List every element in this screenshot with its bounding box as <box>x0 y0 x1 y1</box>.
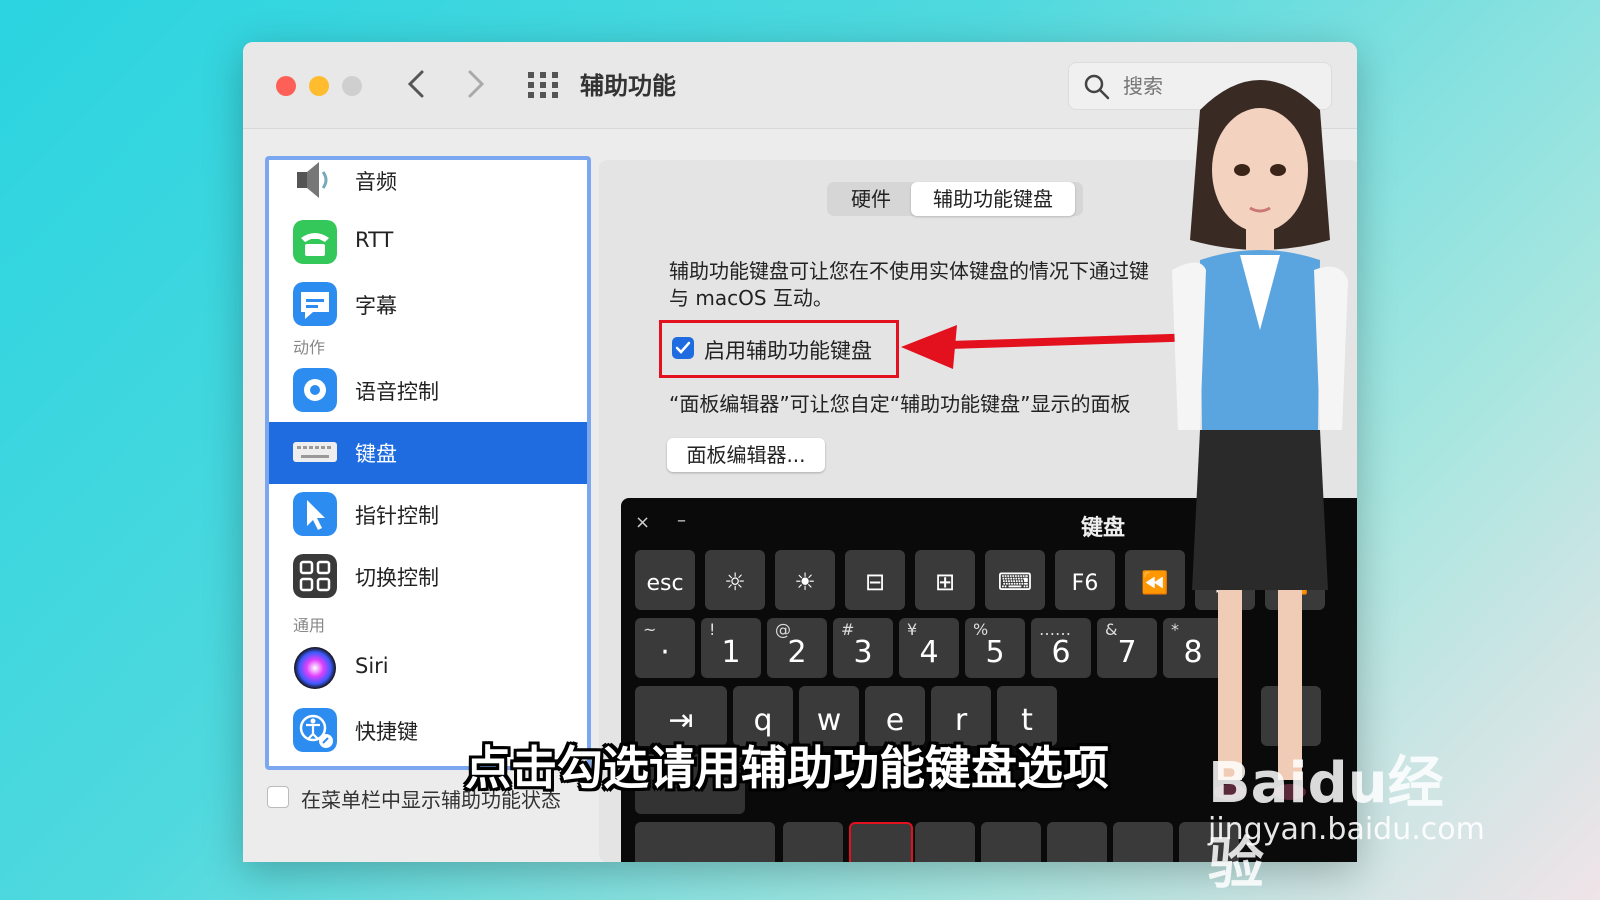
forward-button[interactable] <box>458 64 492 104</box>
key-label: 5 <box>985 635 1005 670</box>
keyboard-minimize-button[interactable]: – <box>677 510 686 531</box>
key-z[interactable] <box>783 822 843 862</box>
key-1[interactable]: ! 1 <box>701 618 761 678</box>
brightness-down-icon: ☼ <box>724 568 746 596</box>
key-esc[interactable]: esc <box>635 550 695 610</box>
key-label: 1 <box>721 635 741 670</box>
sidebar-item-keyboard[interactable]: 键盘 <box>269 422 587 484</box>
key-brightness-up[interactable]: ☀ <box>775 550 835 610</box>
tab-hardware[interactable]: 硬件 <box>835 182 907 216</box>
keyboard-title: 键盘 <box>1081 516 1126 541</box>
switch-control-icon <box>293 554 337 598</box>
key-label: 3 <box>853 635 873 670</box>
sidebar-item-label: 语音控制 <box>355 380 439 404</box>
key-c[interactable] <box>915 822 975 862</box>
key-label: · <box>660 635 670 670</box>
description-line-2: 与 macOS 互动。 <box>669 286 833 310</box>
key-backtick[interactable]: ~ · <box>635 618 695 678</box>
checkmark-icon <box>675 341 691 354</box>
minimize-window-button[interactable] <box>309 76 329 96</box>
panel-editor-button[interactable]: 面板编辑器... <box>667 438 825 472</box>
chevron-left-icon <box>407 70 424 98</box>
red-arrow-annotation <box>901 325 1201 369</box>
section-header-actions: 动作 <box>293 338 326 357</box>
speaker-icon <box>297 162 328 198</box>
key-4[interactable]: ¥4 <box>899 618 959 678</box>
show-all-grid-icon[interactable] <box>526 70 560 100</box>
keyboard-close-button[interactable]: × <box>635 512 650 533</box>
shortcut-icon <box>293 708 337 752</box>
description: 辅助功能键盘可让您在不使用实体键盘的情况下通过键 与 macOS 互动。 <box>669 258 1209 312</box>
rtt-phone-icon <box>293 220 337 264</box>
key-b[interactable] <box>1047 822 1107 862</box>
watermark-url: jingyan.baidu.com <box>1208 812 1485 847</box>
zoom-window-button[interactable] <box>342 76 362 96</box>
sidebar-item-label: Siri <box>355 654 389 678</box>
key-label: esc <box>646 571 684 596</box>
sidebar-item-label: 指针控制 <box>355 504 439 528</box>
description-line-1: 辅助功能键盘可让您在不使用实体键盘的情况下通过键 <box>669 259 1149 283</box>
sidebar-item-label: 键盘 <box>355 442 397 466</box>
key-5[interactable]: % 5 <box>965 618 1025 678</box>
launchpad-icon: ⊞ <box>934 568 956 596</box>
sidebar-item-switch-control[interactable]: 切换控制 <box>269 546 587 608</box>
baidu-watermark: Baidu经验 jingyan.baidu.com <box>1208 738 1498 897</box>
sidebar-item-voice-control[interactable]: 语音控制 <box>269 360 587 422</box>
sidebar-item-rtt[interactable]: RTT <box>269 212 587 274</box>
tab-bar: 硬件 辅助功能键盘 <box>827 182 1083 216</box>
brightness-up-icon: ☀ <box>794 568 816 596</box>
keyboard-light-icon: ⌨ <box>997 568 1033 596</box>
key-shift[interactable] <box>635 822 775 862</box>
search-icon <box>1084 74 1110 100</box>
enable-keyboard-checkbox[interactable]: 启用辅助功能键盘 <box>659 320 899 378</box>
pointer-icon <box>293 492 337 536</box>
sidebar-item-label: RTT <box>355 228 394 252</box>
key-label: 6 <box>1051 635 1071 670</box>
close-window-button[interactable] <box>276 76 296 96</box>
sidebar-item-siri[interactable]: Siri <box>269 638 587 700</box>
video-caption: 点击勾选请用辅助功能键盘选项 <box>465 741 1109 795</box>
key-f6[interactable]: F6 <box>1055 550 1115 610</box>
key-2[interactable]: @2 <box>767 618 827 678</box>
sidebar: 音频 RTT 字幕 动作 语音控制 键盘 指针控制 切换控制 通用 Siri 快… <box>265 156 591 770</box>
enable-keyboard-label: 启用辅助功能键盘 <box>704 339 872 363</box>
key-launchpad[interactable]: ⊞ <box>915 550 975 610</box>
key-6[interactable]: …… 6 <box>1031 618 1091 678</box>
key-3[interactable]: #3 <box>833 618 893 678</box>
keyboard-icon <box>293 442 337 462</box>
sidebar-item-pointer-control[interactable]: 指针控制 <box>269 484 587 546</box>
voice-control-icon <box>293 368 337 412</box>
sidebar-item-label: 快捷键 <box>355 720 418 744</box>
mission-control-icon: ⊟ <box>864 568 886 596</box>
back-button[interactable] <box>400 64 434 104</box>
tab-accessibility-keyboard[interactable]: 辅助功能键盘 <box>911 182 1075 216</box>
sidebar-item-audio[interactable]: 音频 <box>269 160 587 212</box>
sidebar-item-label: 字幕 <box>355 294 397 318</box>
checkbox-checked[interactable] <box>672 337 694 359</box>
siri-icon <box>294 647 336 689</box>
key-keyboard-light[interactable]: ⌨ <box>985 550 1045 610</box>
key-label: 7 <box>1117 635 1137 670</box>
key-mission-control[interactable]: ⊟ <box>845 550 905 610</box>
key-label: 2 <box>787 635 807 670</box>
window-title: 辅助功能 <box>580 72 676 100</box>
section-header-general: 通用 <box>293 616 326 635</box>
sidebar-item-label: 切换控制 <box>355 566 439 590</box>
panel-editor-description: “面板编辑器”可让您自定“辅助功能键盘”显示的面板 <box>669 392 1131 416</box>
key-v[interactable] <box>981 822 1041 862</box>
key-label: 4 <box>919 635 939 670</box>
captions-icon <box>293 282 337 326</box>
sidebar-item-label: 音频 <box>355 170 397 194</box>
key-label: F6 <box>1071 571 1099 596</box>
chevron-right-icon <box>468 70 485 98</box>
key-7[interactable]: & 7 <box>1097 618 1157 678</box>
avatar-presenter-illustration <box>1172 80 1348 800</box>
checkbox-box[interactable] <box>267 786 289 808</box>
key-brightness-down[interactable]: ☼ <box>705 550 765 610</box>
key-x[interactable] <box>849 822 913 862</box>
sidebar-item-captions[interactable]: 字幕 <box>269 274 587 336</box>
